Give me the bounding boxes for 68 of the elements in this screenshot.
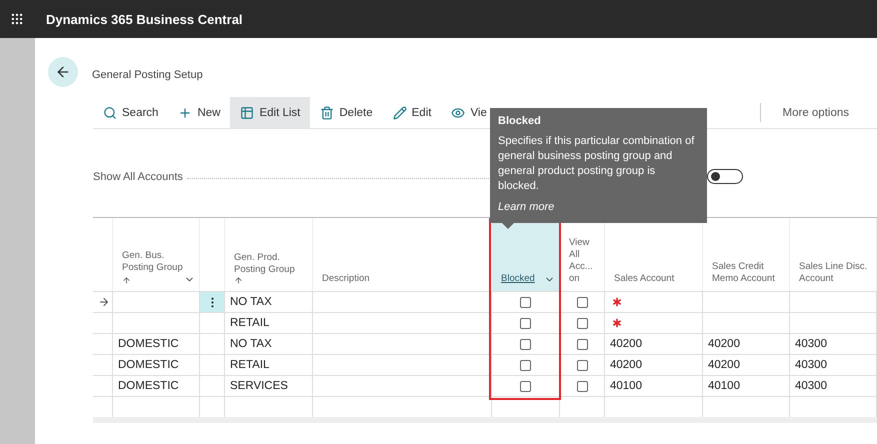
column-label: View All Acc... on (569, 237, 594, 285)
table-cell: DOMESTIC (113, 333, 200, 354)
table-edit-icon (240, 106, 254, 120)
plus-icon (178, 106, 192, 120)
table-cell: 40100 (703, 375, 790, 396)
column-label: Description (322, 273, 370, 285)
page-title: General Posting Setup (92, 68, 203, 80)
back-button[interactable] (48, 56, 78, 86)
row-menu-cell[interactable] (200, 312, 225, 333)
checkbox[interactable] (520, 318, 531, 328)
table-cell: 40200 (605, 333, 703, 354)
table-cell: 40300 (790, 354, 877, 375)
column-header[interactable]: Gen. Bus. Posting Group (113, 218, 200, 291)
table-cell: 40300 (790, 333, 877, 354)
tooltip-text: Specifies if this particular combination of general business posting group and general product posting group is blocked. (498, 134, 696, 194)
table-cell: RETAIL (225, 312, 313, 333)
toolbar-button[interactable]: Edit (382, 97, 442, 128)
checkbox[interactable] (520, 338, 531, 350)
column-label: Gen. Prod. Posting Group (234, 252, 296, 276)
toolbar-button[interactable]: New (168, 97, 230, 128)
checkbox[interactable] (576, 380, 588, 392)
table-cell: 40100 (605, 375, 703, 396)
table-cell: DOMESTIC (113, 354, 200, 375)
app-launcher-icon[interactable] (10, 12, 24, 26)
checkbox[interactable] (520, 380, 531, 392)
toggle-switch[interactable] (707, 169, 743, 184)
search-icon (103, 106, 117, 120)
checkbox[interactable] (576, 360, 588, 370)
field-label: Show All Accounts (93, 170, 183, 182)
table-cell: RETAIL (225, 354, 313, 375)
row-menu-cell[interactable] (200, 333, 225, 354)
row-menu-cell[interactable] (200, 291, 225, 312)
toolbar-button[interactable]: Search (93, 97, 168, 128)
checkbox[interactable] (576, 338, 588, 350)
app-title: Dynamics 365 Business Central (46, 12, 243, 26)
column-label: Sales Credit Memo Account (712, 261, 776, 285)
learn-more-link[interactable]: Learn more (498, 200, 554, 215)
required-asterisk-icon (610, 295, 624, 309)
column-label: Sales Account (614, 273, 674, 285)
right-arrow-icon (98, 296, 110, 308)
tooltip-title: Blocked (498, 114, 542, 129)
table-cell: 40200 (605, 354, 703, 375)
table-cell: NO TAX (225, 333, 313, 354)
checkbox[interactable] (520, 296, 531, 308)
table-cell: NO TAX (225, 291, 313, 312)
column-label: Gen. Bus. Posting Group (122, 250, 184, 274)
table-cell: 40300 (790, 375, 877, 396)
checkbox[interactable] (520, 360, 531, 370)
table-cell: 40200 (703, 333, 790, 354)
toolbar-button[interactable]: Delete (310, 97, 383, 128)
column-header[interactable]: Sales Line Disc. Account (790, 218, 877, 291)
eye-icon (451, 106, 466, 120)
checkbox[interactable] (576, 296, 588, 308)
row-menu-cell[interactable] (200, 375, 225, 396)
toolbar-button[interactable]: Edit List (230, 97, 310, 128)
required-asterisk-icon (610, 316, 624, 330)
table-cell: 40200 (703, 354, 790, 375)
column-label: Sales Line Disc. Account (799, 261, 868, 285)
toolbar-button[interactable]: Vie (441, 97, 497, 128)
checkbox[interactable] (576, 318, 588, 328)
column-label: Blocked (501, 273, 535, 285)
more-options-button[interactable]: More options (760, 97, 877, 128)
column-header[interactable]: Gen. Prod. Posting Group (225, 218, 313, 291)
pencil-icon (392, 106, 407, 120)
row-menu-cell[interactable] (200, 354, 225, 375)
trash-icon (320, 106, 334, 120)
table-cell: SERVICES (225, 375, 313, 396)
table-cell: DOMESTIC (113, 375, 200, 396)
